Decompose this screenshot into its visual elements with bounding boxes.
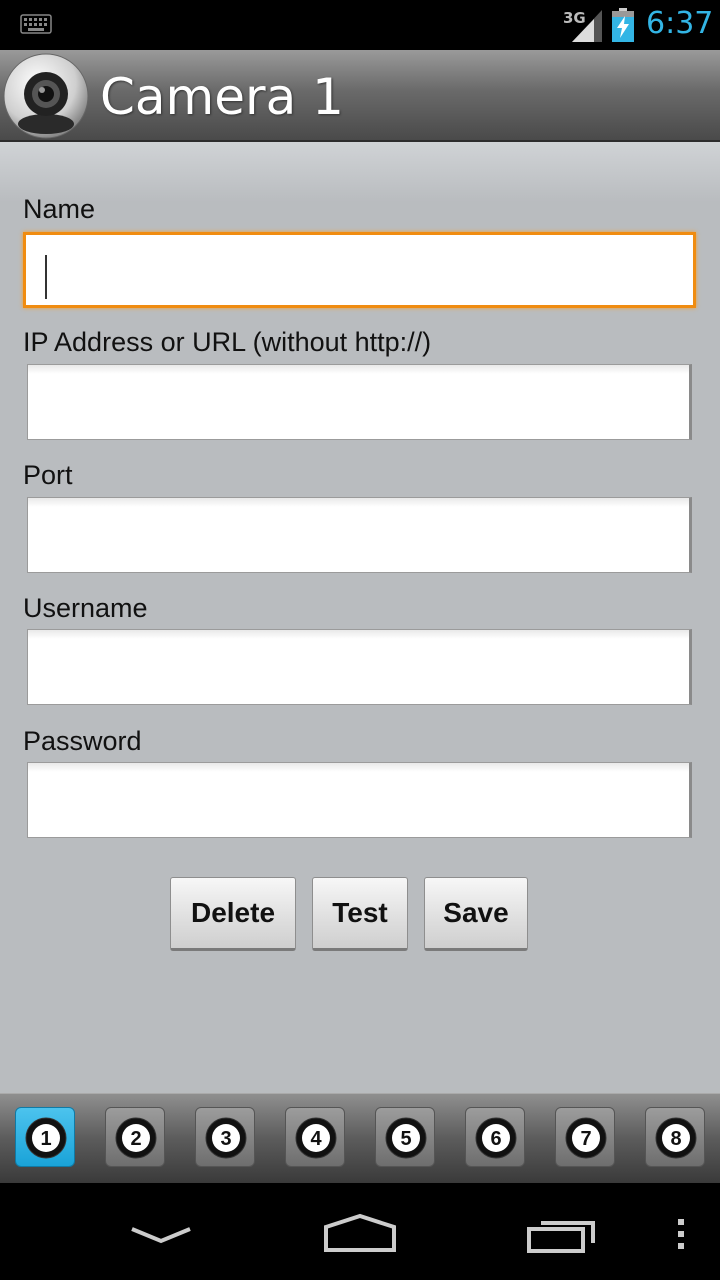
camera-button-7[interactable]: 7 [555,1107,615,1167]
test-button[interactable]: Test [312,877,408,951]
password-input[interactable] [27,762,692,838]
camera-number-label: 8 [670,1128,681,1150]
port-input[interactable] [27,497,692,573]
address-label: IP Address or URL (without http://) [23,327,432,357]
camera-number-label: 5 [400,1128,411,1150]
camera-button-6[interactable]: 6 [465,1107,525,1167]
delete-button[interactable]: Delete [170,877,296,951]
camera-button-5[interactable]: 5 [375,1107,435,1167]
back-icon[interactable] [130,1225,192,1245]
home-icon[interactable] [322,1213,398,1253]
status-bar: 3G 6:37 [0,0,720,50]
navigation-bar [0,1183,720,1280]
name-label: Name [23,194,96,224]
camera-number-label: 1 [40,1128,51,1150]
recent-apps-icon[interactable] [527,1217,599,1253]
username-label: Username [23,593,148,623]
page-title: Camera 1 [100,68,344,126]
port-label: Port [23,460,73,490]
camera-number-label: 3 [220,1128,231,1150]
camera-button-1[interactable]: 1 [15,1107,75,1167]
camera-number-icon: 6 [475,1117,517,1159]
camera-number-label: 2 [130,1128,141,1150]
title-bar: Camera 1 [0,50,720,142]
camera-number-icon: 1 [25,1117,67,1159]
camera-number-icon: 2 [115,1117,157,1159]
camera-number-label: 7 [580,1128,591,1150]
camera-number-icon: 8 [655,1117,697,1159]
camera-button-4[interactable]: 4 [285,1107,345,1167]
name-input[interactable] [23,232,696,308]
signal-icon [572,10,602,42]
password-label: Password [23,726,142,756]
text-cursor [45,255,47,299]
save-button[interactable]: Save [424,877,528,951]
status-clock: 6:37 [646,6,714,41]
camera-number-icon: 4 [295,1117,337,1159]
webcam-icon [3,53,89,139]
address-input[interactable] [27,364,692,440]
camera-number-icon: 5 [385,1117,427,1159]
camera-number-label: 6 [490,1128,501,1150]
camera-number-label: 4 [310,1128,322,1150]
camera-button-2[interactable]: 2 [105,1107,165,1167]
camera-button-8[interactable]: 8 [645,1107,705,1167]
camera-number-icon: 7 [565,1117,607,1159]
camera-number-icon: 3 [205,1117,247,1159]
menu-icon[interactable] [676,1217,686,1251]
camera-button-3[interactable]: 3 [195,1107,255,1167]
battery-charging-icon [612,8,634,42]
keyboard-icon [20,14,52,34]
username-input[interactable] [27,629,692,705]
